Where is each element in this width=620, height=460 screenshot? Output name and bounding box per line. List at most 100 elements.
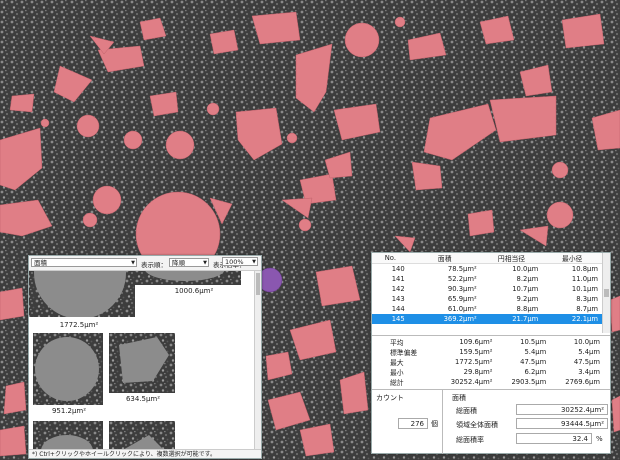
stat-name: 総計 [390, 379, 404, 387]
cell: 144 [391, 305, 405, 313]
cell: 145 [372, 314, 409, 324]
particle-thumbnail[interactable] [109, 421, 175, 449]
stat-value: 109.6μm² [459, 338, 493, 346]
chevron-down-icon: ▼ [252, 259, 256, 265]
cell: 142 [391, 285, 405, 293]
stat-value: 2769.6μm [565, 378, 600, 386]
stat-value: 47.5μm [520, 358, 547, 366]
cell: 141 [391, 275, 405, 283]
measure-select[interactable]: 面積 ▼ [31, 258, 137, 267]
zoom-select-value: 100% [225, 258, 244, 266]
particle-thumbnail[interactable] [29, 271, 135, 317]
table-row-selected[interactable]: 145 369.2μm² 21.7μm 22.1μm [372, 314, 602, 324]
cell: 8.3μm [576, 295, 598, 303]
stat-value: 30252.4μm² [450, 378, 493, 386]
cell: 10.1μm [571, 285, 598, 293]
zoom-select[interactable]: 100% ▼ [222, 257, 258, 266]
stat-value: 3.4μm [578, 368, 600, 376]
cell: 22.1μm [542, 314, 602, 324]
stat-value: 29.8μm² [463, 368, 493, 376]
stat-value: 159.5μm² [459, 348, 493, 356]
col-header-no[interactable]: No. [372, 253, 409, 264]
cell: 10.7μm [512, 285, 539, 293]
count-value: 276 [398, 418, 428, 429]
stat-value: 6.2μm [524, 368, 547, 376]
order-select[interactable]: 降順 ▼ [169, 258, 209, 267]
cell: 11.0μm [571, 275, 598, 283]
area-ratio-unit: % [596, 435, 603, 443]
count-unit: 個 [431, 420, 438, 428]
stats-row: 平均 109.6μm² 10.5μm 10.0μm [372, 337, 604, 347]
table-row[interactable]: 140 78.5μm² 10.0μm 10.8μm [372, 264, 602, 275]
cell: 78.5μm² [447, 265, 477, 273]
particle-gallery-panel: 面積 ▼ 表示順： 降順 ▼ 表示倍率： 1000.6μm² 1772.5μm²… [28, 255, 262, 459]
stat-value: 47.5μm [573, 358, 600, 366]
measurement-table: No. 面積 円相当径 最小径 140 78.5μm² 10.0μm 10.8μm 1… [372, 253, 602, 333]
stat-value: 1772.5μm² [455, 358, 493, 366]
stats-row: 標準偏差 159.5μm² 5.4μm 5.4μm [372, 347, 604, 357]
cell: 140 [391, 265, 405, 273]
area-label: 面積 [452, 394, 466, 402]
cell: 90.3μm² [447, 285, 477, 293]
particle-thumbnail[interactable] [109, 333, 175, 393]
measure-select-value: 面積 [34, 259, 47, 267]
chevron-down-icon: ▼ [203, 260, 207, 266]
total-area-label: 総面積 [456, 407, 477, 415]
particle-thumbnails: 1000.6μm² 1772.5μm² 634.5μm² 951.2μm² [29, 271, 255, 449]
table-scrollbar[interactable] [602, 253, 610, 333]
thumbnail-caption: 1772.5μm² [59, 321, 99, 329]
particle-thumbnail[interactable] [135, 271, 241, 285]
particle-thumbnail[interactable] [33, 333, 103, 405]
table-row[interactable]: 142 90.3μm² 10.7μm 10.1μm [372, 284, 602, 294]
particle-thumbnail[interactable] [33, 421, 103, 449]
col-header-min-diameter[interactable]: 最小径 [542, 253, 602, 264]
stat-value: 10.0μm [573, 338, 600, 346]
summary-section: カウント 276 個 面積 総面積 30252.4μm² 領域全体面積 9344… [372, 389, 610, 454]
cell: 369.2μm² [408, 314, 481, 324]
cell: 8.7μm [576, 305, 598, 313]
cell: 9.2μm [516, 295, 539, 303]
stat-value: 10.5μm [520, 338, 547, 346]
gallery-scrollbar[interactable] [254, 271, 261, 449]
area-ratio-value: 32.4 [516, 433, 592, 444]
stat-name: 標準偏差 [390, 349, 418, 357]
cell: 52.2μm² [447, 275, 477, 283]
cell: 21.7μm [480, 314, 543, 324]
cell: 143 [391, 295, 405, 303]
col-header-area[interactable]: 面積 [408, 253, 481, 264]
total-area-value: 30252.4μm² [516, 404, 608, 415]
cell: 10.0μm [512, 265, 539, 273]
stat-value: 5.4μm [524, 348, 547, 356]
thumbnail-caption: 634.5μm² [125, 395, 161, 403]
cell: 10.8μm [571, 265, 598, 273]
stats-row: 最大 1772.5μm² 47.5μm 47.5μm [372, 357, 604, 367]
table-row[interactable]: 141 52.2μm² 8.2μm 11.0μm [372, 274, 602, 284]
cell: 65.9μm² [447, 295, 477, 303]
table-row[interactable]: 143 65.9μm² 9.2μm 8.3μm [372, 294, 602, 304]
cell: 61.0μm² [447, 305, 477, 313]
stat-name: 平均 [390, 339, 404, 347]
thumbnail-caption: 951.2μm² [51, 407, 87, 415]
col-header-equiv-diameter[interactable]: 円相当径 [480, 253, 543, 264]
stat-value: 5.4μm [578, 348, 600, 356]
stats-row: 最小 29.8μm² 6.2μm 3.4μm [372, 367, 604, 377]
cell: 8.2μm [516, 275, 539, 283]
field-area-value: 93444.5μm² [516, 418, 608, 429]
order-select-value: 降順 [172, 259, 185, 267]
stats-row: 総計 30252.4μm² 2903.5μm 2769.6μm [372, 377, 604, 387]
count-label: カウント [376, 394, 404, 402]
gallery-hint: *) Ctrl+クリックやホイールクリックにより、複数選択が可能です。 [29, 449, 261, 458]
count-section: カウント 276 個 [372, 390, 443, 454]
table-row[interactable]: 144 61.0μm² 8.8μm 8.7μm [372, 304, 602, 314]
stat-value: 2903.5μm [511, 378, 547, 386]
table-header: No. 面積 円相当径 最小径 [372, 253, 602, 264]
order-label: 表示順： [141, 261, 167, 269]
field-area-label: 領域全体面積 [456, 421, 498, 429]
statistics-table: 平均 109.6μm² 10.5μm 10.0μm 標準偏差 159.5μm² 5.4μm… [372, 337, 610, 387]
stat-name: 最小 [390, 369, 404, 377]
stat-name: 最大 [390, 359, 404, 367]
thumbnail-caption: 1000.6μm² [174, 287, 214, 295]
measurement-panel: No. 面積 円相当径 最小径 140 78.5μm² 10.0μm 10.8μm 1… [371, 252, 611, 454]
cell: 8.8μm [516, 305, 539, 313]
chevron-down-icon: ▼ [131, 260, 135, 266]
